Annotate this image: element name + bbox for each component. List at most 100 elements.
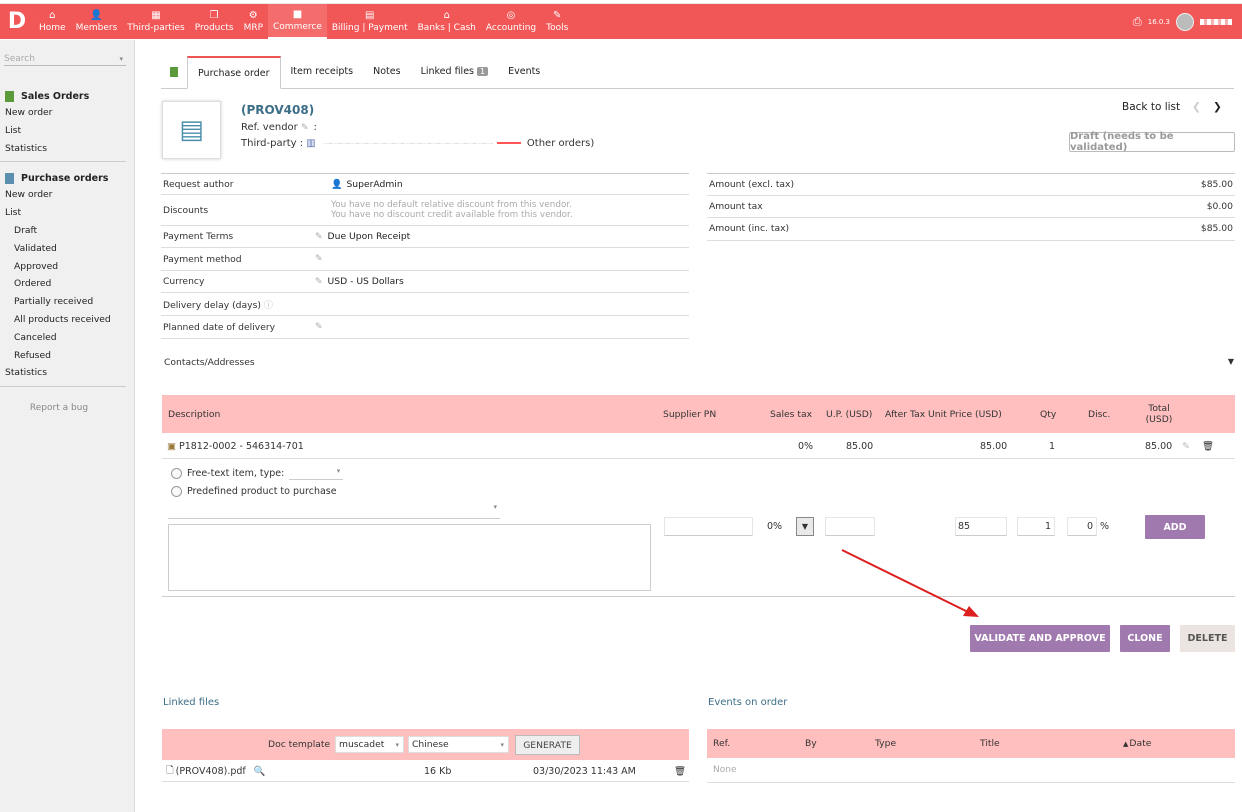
sidebar-item[interactable]: Statistics bbox=[0, 364, 134, 382]
chevron-left-icon[interactable]: ❮ bbox=[1192, 101, 1201, 113]
unit-price-input[interactable] bbox=[825, 517, 875, 536]
tab-item-receipts[interactable]: Item receipts bbox=[281, 55, 364, 88]
language-select[interactable]: Chinese ▾ bbox=[408, 736, 509, 753]
info-value: You have no default relative discount fr… bbox=[331, 200, 689, 220]
caret-down-icon[interactable]: ▼ bbox=[1228, 357, 1234, 368]
nav-icon: ✎ bbox=[553, 9, 562, 21]
back-to-list-link[interactable]: Back to list bbox=[1122, 101, 1180, 113]
edit-pencil-icon[interactable]: ✎ bbox=[315, 277, 323, 287]
tab-events[interactable]: Events bbox=[498, 55, 550, 88]
tab-linked-files[interactable]: Linked files 1 bbox=[411, 55, 499, 88]
line-unit-price: 85.00 bbox=[846, 441, 874, 452]
chevron-right-icon[interactable]: ❯ bbox=[1213, 101, 1222, 113]
add-line-form: Free-text item, type: ▾ Predefined produ… bbox=[162, 459, 1235, 597]
nav-item-billing-payment[interactable]: ▤ Billing | Payment bbox=[327, 4, 413, 39]
purchase-order-icon bbox=[5, 172, 14, 184]
username-redacted[interactable] bbox=[1200, 19, 1232, 25]
nav-item-products[interactable]: ❒ Products bbox=[190, 4, 239, 39]
user-area: ⎙ 16.0.3 bbox=[1133, 4, 1232, 40]
sidebar-item[interactable]: New order bbox=[0, 186, 134, 204]
edit-pencil-icon[interactable]: ✎ bbox=[301, 123, 309, 133]
sidebar-subitem[interactable]: Canceled bbox=[0, 329, 134, 347]
predefined-option[interactable]: Predefined product to purchase bbox=[171, 486, 337, 497]
sort-asc-icon: ▲ bbox=[1123, 739, 1129, 748]
printer-icon[interactable]: ⎙ bbox=[1133, 15, 1142, 29]
sidebar-item[interactable]: List bbox=[0, 122, 134, 140]
sidebar-subitem[interactable]: Partially received bbox=[0, 293, 134, 311]
delete-button[interactable]: DELETE bbox=[1180, 625, 1235, 652]
nav-icon: ⌂ bbox=[443, 9, 450, 21]
tab-purchase-order[interactable]: Purchase order bbox=[187, 56, 281, 89]
edit-pencil-icon[interactable]: ✎ bbox=[1182, 434, 1190, 459]
supplier-pn-input[interactable] bbox=[664, 517, 753, 536]
sidebar-subitem[interactable]: Ordered bbox=[0, 275, 134, 293]
nav-item-mrp[interactable]: ⚙ MRP bbox=[239, 4, 268, 39]
add-line-button[interactable]: ADD bbox=[1145, 515, 1205, 539]
trash-icon[interactable]: 🗑 bbox=[1202, 434, 1214, 459]
info-value: ✎ bbox=[315, 322, 689, 332]
nav-label: Banks | Cash bbox=[417, 22, 476, 33]
nav-item-commerce[interactable]: ■ Commerce bbox=[268, 4, 327, 39]
purchase-orders-title[interactable]: Purchase orders bbox=[0, 170, 134, 186]
info-value: 👤 SuperAdmin bbox=[331, 179, 689, 190]
line-product-link[interactable]: P1812-0002 - 546314-701 bbox=[179, 441, 304, 452]
validate-and-approve-button[interactable]: VALIDATE AND APPROVE bbox=[970, 625, 1110, 652]
doc-template-select[interactable]: muscadet ▾ bbox=[335, 736, 404, 753]
report-bug-link[interactable]: Report a bug bbox=[0, 403, 118, 413]
free-text-type-select[interactable]: ▾ bbox=[289, 467, 344, 480]
sales-tax-input[interactable]: 0% bbox=[764, 517, 795, 536]
nav-item-third-parties[interactable]: ▦ Third-parties bbox=[122, 4, 189, 39]
sidebar-item[interactable]: List bbox=[0, 204, 134, 222]
sales-orders-title[interactable]: Sales Orders bbox=[0, 88, 134, 104]
sidebar-subitem[interactable]: Draft bbox=[0, 222, 134, 240]
other-orders-link[interactable]: Other orders) bbox=[527, 138, 594, 149]
nav-item-banks-cash[interactable]: ⌂ Banks | Cash bbox=[413, 4, 481, 39]
preview-magnifier-icon[interactable]: 🔍 bbox=[254, 766, 266, 777]
request-author-value: SuperAdmin bbox=[346, 178, 403, 190]
info-label: Request author bbox=[163, 178, 234, 190]
product-select[interactable]: ▾ bbox=[168, 503, 500, 519]
info-icon[interactable]: ⓘ bbox=[264, 301, 273, 311]
nav-item-home[interactable]: ⌂ Home bbox=[34, 4, 71, 39]
app-logo[interactable]: D bbox=[0, 4, 34, 39]
nav-item-tools[interactable]: ✎ Tools bbox=[541, 4, 573, 39]
nav-item-members[interactable]: 👤 Members bbox=[71, 4, 123, 39]
linked-files-count-badge: 1 bbox=[477, 67, 489, 76]
qty-input[interactable]: 1 bbox=[1017, 517, 1055, 536]
nav-label: Products bbox=[194, 22, 234, 33]
avatar[interactable] bbox=[1176, 13, 1194, 31]
caret-down-icon: ▾ bbox=[395, 740, 399, 749]
left-sidebar: Search Sales Orders New orderListStatist… bbox=[0, 40, 135, 812]
free-text-radio[interactable] bbox=[171, 468, 182, 479]
generate-button[interactable]: GENERATE bbox=[515, 735, 580, 755]
file-link[interactable]: (PROV408).pdf bbox=[176, 766, 246, 777]
sales-tax-dropdown-button[interactable]: ▼ bbox=[796, 517, 814, 536]
description-textarea[interactable] bbox=[168, 524, 651, 591]
discount-unit: % bbox=[1100, 521, 1110, 532]
third-party-redacted[interactable] bbox=[322, 142, 493, 144]
predefined-radio[interactable] bbox=[171, 486, 182, 497]
trash-icon[interactable]: 🗑 bbox=[674, 760, 686, 782]
edit-pencil-icon[interactable]: ✎ bbox=[315, 232, 323, 242]
sidebar-subitem[interactable]: Refused bbox=[0, 347, 134, 365]
sidebar-subitem[interactable]: All products received bbox=[0, 311, 134, 329]
tab-bar: Purchase order Item receipts Notes Linke… bbox=[161, 56, 1234, 89]
sidebar-subitem[interactable]: Approved bbox=[0, 258, 134, 276]
purchase-orders-section: Purchase orders New order List Draft Valida… bbox=[0, 170, 134, 382]
discount-input[interactable]: 0 bbox=[1067, 517, 1097, 536]
edit-pencil-icon[interactable]: ✎ bbox=[315, 322, 323, 332]
contacts-addresses-toggle[interactable]: Contacts/Addresses ▼ bbox=[164, 357, 1234, 368]
sidebar-item[interactable]: New order bbox=[0, 104, 134, 122]
sidebar-subitem[interactable]: Validated bbox=[0, 240, 134, 258]
search-input[interactable]: Search bbox=[4, 52, 126, 66]
table-row: ▣ P1812-0002 - 546314-701 0% 85.00 85.00 … bbox=[162, 434, 1235, 459]
sidebar-item[interactable]: Statistics bbox=[0, 140, 134, 158]
clone-button[interactable]: CLONE bbox=[1120, 625, 1170, 652]
file-size: 16 Kb bbox=[424, 765, 452, 777]
nav-item-accounting[interactable]: ◎ Accounting bbox=[481, 4, 541, 39]
edit-pencil-icon[interactable]: ✎ bbox=[315, 254, 323, 264]
free-text-option[interactable]: Free-text item, type: ▾ bbox=[171, 467, 344, 480]
after-tax-price-input[interactable]: 85 bbox=[955, 517, 1007, 536]
col-date[interactable]: ▲ Date bbox=[1123, 729, 1151, 758]
tab-notes[interactable]: Notes bbox=[363, 55, 410, 88]
